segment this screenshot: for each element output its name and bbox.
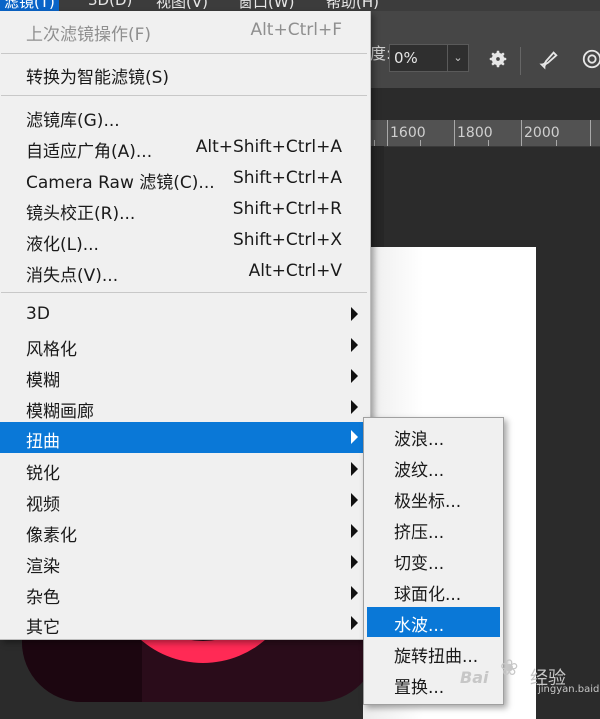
menu-item-blur-gallery[interactable]: 模糊画廊 [0,392,368,423]
menu-item-convert-smart-filter[interactable]: 转换为智能滤镜(S) [0,58,368,89]
menu-item-label: 液化(L)... [26,235,99,255]
menu-item-label: 风格化 [26,340,77,360]
toolbar-divider [520,47,521,75]
horizontal-ruler: 1600 1800 2000 [370,120,600,147]
brush-icon[interactable] [538,48,560,70]
menu-item-label: 镜头校正(R)... [26,204,136,224]
menu-item-stylize[interactable]: 风格化 [0,330,368,361]
menu-item-noise[interactable]: 杂色 [0,578,368,609]
submenu-item-label: 波浪... [394,430,445,450]
submenu-item-label: 切变... [394,554,445,574]
submenu-item-label: 极坐标... [394,492,462,512]
ruler-tick: 1800 [454,120,493,146]
menu-item-label: 锐化 [26,464,60,484]
menu-item-label: Camera Raw 滤镜(C)... [26,173,215,193]
menu-item-render[interactable]: 渲染 [0,547,368,578]
submenu-arrow-icon [351,338,358,352]
menu-item-label: 转换为智能滤镜(S) [26,68,170,88]
submenu-item-wave[interactable]: 波浪... [367,421,500,451]
menubar-filter[interactable]: 滤镜(T) [0,0,59,11]
menu-item-pixelate[interactable]: 像素化 [0,516,368,547]
menubar-help[interactable]: 帮助(H) [326,0,379,11]
submenu-item-label: 水波... [394,616,445,636]
menu-item-label: 3D [26,304,50,324]
submenu-item-spherize[interactable]: 球面化... [367,576,500,606]
menu-item-label: 杂色 [26,588,60,608]
menu-item-label: 上次滤镜操作(F) [26,25,152,45]
menu-bar: 滤镜(T) 3D(D) 视图(V) 窗口(W) 帮助(H) [0,0,600,11]
menu-divider [1,292,367,293]
submenu-item-pinch[interactable]: 挤压... [367,514,500,544]
options-bar: 度: 0% ⌄ [370,11,600,88]
ruler-tick: 1600 [387,120,426,146]
baidu-watermark: Bai ❀ 经验 jingyan.baidu.com [460,656,600,696]
menu-item-distort[interactable]: 扭曲 [0,422,368,453]
gear-icon[interactable] [487,48,509,70]
menu-divider [1,53,367,54]
menu-item-filter-gallery[interactable]: 滤镜库(G)... [0,101,368,132]
menu-item-blur[interactable]: 模糊 [0,361,368,392]
menu-item-shortcut: Shift+Ctrl+R [232,199,342,219]
menubar-window[interactable]: 窗口(W) [238,0,295,11]
menu-item-vanishing-point[interactable]: 消失点(V)... Alt+Ctrl+V [0,256,368,287]
menu-item-shortcut: Shift+Ctrl+X [232,230,342,250]
menu-item-label: 其它 [26,618,60,638]
target-icon[interactable] [581,48,600,70]
menu-item-liquify[interactable]: 液化(L)... Shift+Ctrl+X [0,225,368,256]
menu-item-shortcut: Alt+Ctrl+V [248,261,342,281]
menu-item-label: 模糊画廊 [26,402,94,422]
ruler-tick: 2000 [521,120,560,146]
menu-item-lens-correction[interactable]: 镜头校正(R)... Shift+Ctrl+R [0,194,368,225]
menu-item-3d[interactable]: 3D [0,299,368,330]
submenu-item-shear[interactable]: 切变... [367,545,500,575]
submenu-item-ripple[interactable]: 波纹... [367,452,500,482]
menu-divider [1,95,367,96]
submenu-arrow-icon [351,369,358,383]
menu-item-label: 渲染 [26,557,60,577]
menu-item-label: 自适应广角(A)... [26,142,153,162]
menu-item-camera-raw[interactable]: Camera Raw 滤镜(C)... Shift+Ctrl+A [0,163,368,194]
submenu-arrow-icon [351,307,358,321]
menubar-view[interactable]: 视图(V) [156,0,208,11]
angle-field[interactable]: 0% ⌄ [389,44,469,72]
submenu-item-label: 波纹... [394,461,445,481]
submenu-item-label: 球面化... [394,585,462,605]
menu-item-label: 模糊 [26,371,60,391]
menu-item-label: 视频 [26,495,60,515]
submenu-arrow-icon [351,462,358,476]
menubar-3d[interactable]: 3D(D) [88,0,132,9]
submenu-arrow-icon [351,616,358,630]
menu-item-other[interactable]: 其它 [0,608,368,639]
submenu-arrow-icon [351,430,358,444]
menu-item-last-filter: 上次滤镜操作(F) Alt+Ctrl+F [0,15,368,46]
menu-item-sharpen[interactable]: 锐化 [0,454,368,485]
submenu-item-polar-coordinates[interactable]: 极坐标... [367,483,500,513]
menu-item-label: 消失点(V)... [26,266,119,286]
menu-item-label: 滤镜库(G)... [26,111,120,131]
submenu-item-label: 置换... [394,678,445,698]
chevron-down-icon[interactable]: ⌄ [447,45,468,71]
menu-item-shortcut: Alt+Shift+Ctrl+A [195,137,342,157]
menu-item-shortcut: Alt+Ctrl+F [250,20,342,40]
submenu-arrow-icon [351,400,358,414]
angle-value: 0% [394,49,418,67]
paw-icon: ❀ [500,656,519,681]
menu-item-shortcut: Shift+Ctrl+A [232,168,342,188]
watermark-url: jingyan.baidu.com [538,684,600,695]
menu-item-adaptive-wide-angle[interactable]: 自适应广角(A)... Alt+Shift+Ctrl+A [0,132,368,163]
submenu-arrow-icon [351,524,358,538]
menu-item-video[interactable]: 视频 [0,485,368,516]
submenu-arrow-icon [351,586,358,600]
submenu-arrow-icon [351,555,358,569]
submenu-arrow-icon [351,493,358,507]
submenu-item-zigzag[interactable]: 水波... [367,607,500,637]
filter-menu: 上次滤镜操作(F) Alt+Ctrl+F 转换为智能滤镜(S) 滤镜库(G)..… [0,11,371,640]
menu-item-label: 像素化 [26,526,77,546]
menu-item-label: 扭曲 [26,432,60,452]
watermark-brand: Bai [460,668,489,687]
submenu-item-label: 挤压... [394,523,445,543]
